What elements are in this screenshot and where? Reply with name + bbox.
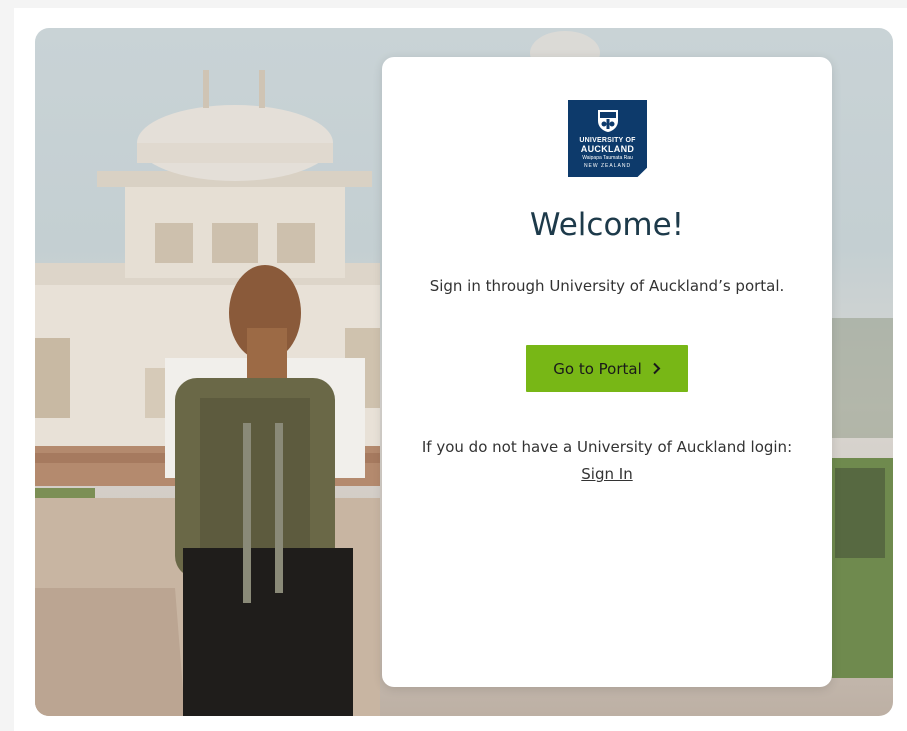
no-login-text: If you do not have a University of Auckl… — [421, 438, 793, 456]
logo-line-new-zealand: NEW ZEALAND — [583, 163, 632, 169]
go-to-portal-label: Go to Portal — [553, 359, 642, 378]
sign-in-instructions: Sign in through University of Auckland’s… — [429, 277, 785, 295]
university-crest-icon — [598, 110, 618, 132]
logo-line-maori-name: Waipapa Taumata Rau — [582, 155, 633, 161]
sign-in-container: Sign In — [382, 465, 832, 483]
sign-in-link[interactable]: Sign In — [581, 465, 632, 483]
welcome-title: Welcome! — [529, 207, 685, 243]
welcome-card: UNIVERSITY OF AUCKLAND Waipapa Taumata R… — [382, 57, 832, 687]
logo-line-auckland: AUCKLAND — [580, 144, 635, 154]
go-to-portal-button[interactable]: Go to Portal — [526, 345, 688, 392]
university-logo: UNIVERSITY OF AUCKLAND Waipapa Taumata R… — [568, 100, 647, 177]
chevron-right-icon — [653, 362, 661, 375]
